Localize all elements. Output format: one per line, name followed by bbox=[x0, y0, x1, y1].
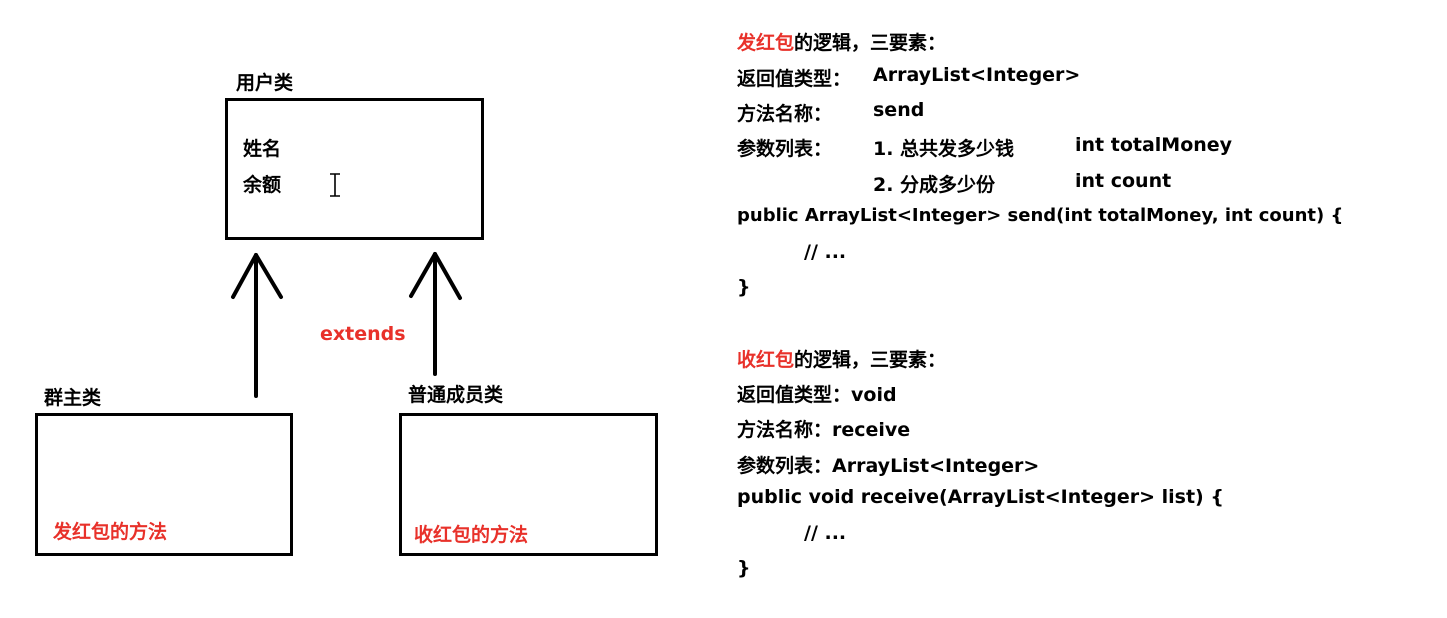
send-param2-desc: 2. 分成多少份 bbox=[873, 174, 996, 196]
send-param2-code: int count bbox=[1075, 170, 1172, 192]
member-class-title: 普通成员类 bbox=[408, 384, 504, 406]
receive-logic-title: 收红包的逻辑，三要素： bbox=[737, 345, 946, 372]
receive-signature: public void receive(ArrayList<Integer> l… bbox=[737, 486, 1224, 508]
owner-method: 发红包的方法 bbox=[53, 521, 168, 543]
send-return-value: ArrayList<Integer> bbox=[873, 64, 1081, 86]
send-close-brace: } bbox=[737, 276, 751, 298]
receive-return-line: 返回值类型：void bbox=[737, 384, 897, 406]
send-param1-code: int totalMoney bbox=[1075, 134, 1233, 156]
receive-params-line: 参数列表：ArrayList<Integer> bbox=[737, 455, 1040, 477]
owner-class-box: 发红包的方法 bbox=[35, 413, 293, 556]
send-name-value: send bbox=[873, 99, 925, 121]
send-return-label: 返回值类型： bbox=[737, 68, 852, 90]
extends-label: extends bbox=[320, 323, 406, 345]
send-logic-title: 发红包的逻辑，三要素： bbox=[737, 28, 946, 55]
receive-title-highlight: 收红包 bbox=[737, 349, 795, 371]
send-signature: public ArrayList<Integer> send(int total… bbox=[737, 205, 1344, 226]
receive-name-line: 方法名称：receive bbox=[737, 419, 911, 441]
send-title-rest: 的逻辑，三要素： bbox=[794, 32, 947, 54]
send-param1-desc: 1. 总共发多少钱 bbox=[873, 138, 1015, 160]
receive-title-rest: 的逻辑，三要素： bbox=[794, 349, 947, 371]
receive-body: // ... bbox=[804, 522, 847, 544]
send-params-label: 参数列表： bbox=[737, 138, 833, 160]
send-name-label: 方法名称： bbox=[737, 103, 833, 125]
member-method: 收红包的方法 bbox=[414, 524, 529, 546]
send-title-highlight: 发红包 bbox=[737, 32, 795, 54]
owner-class-title: 群主类 bbox=[44, 387, 102, 409]
receive-close-brace: } bbox=[737, 557, 751, 579]
send-body: // ... bbox=[804, 241, 847, 263]
member-class-box: 收红包的方法 bbox=[399, 413, 658, 556]
